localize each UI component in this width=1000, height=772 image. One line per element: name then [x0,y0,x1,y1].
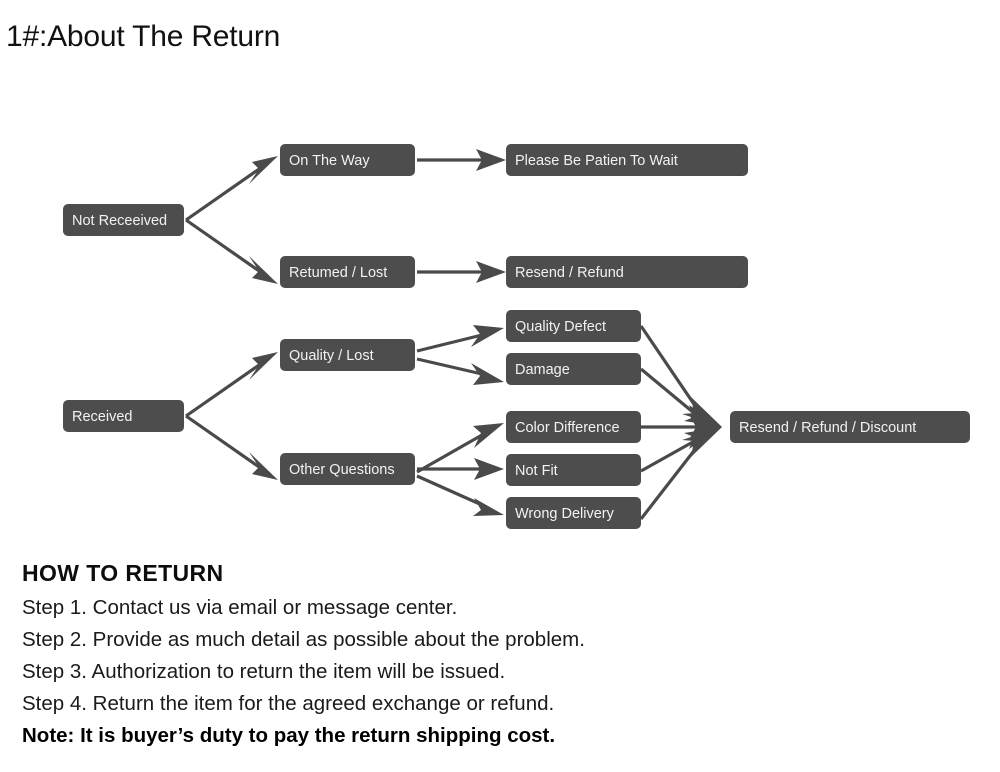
page-title: 1#:About The Return [6,20,281,53]
edge-received-to-quality-lost [185,352,278,418]
edge-quality-lost-to-damage [416,357,504,385]
edge-other-questions-to-not-fit [417,458,504,480]
node-quality-defect-label: Quality Defect [515,319,606,335]
how-to-return-step: Step 3. Authorization to return the item… [22,660,506,684]
how-to-return-heading: HOW TO RETURN [22,560,224,586]
node-quality-lost[interactable]: Quality / Lost [280,339,415,371]
edge-other-questions-to-wrong-delivery [416,474,504,516]
how-to-return-section: HOW TO RETURN Step 1. Contact us via ema… [22,560,802,752]
edge-not-received-to-on-the-way [185,156,278,222]
how-to-return-step: Step 4. Return the item for the agreed e… [22,692,555,716]
edge-returned-lost-to-resend-refund [417,261,506,283]
node-not-received-label: Not Receeived [72,213,167,229]
edge-on-the-way-to-please-wait [417,149,506,171]
node-color-difference-label: Color Difference [515,420,620,436]
node-not-received[interactable]: Not Receeived [63,204,184,236]
how-to-return-step: Step 1. Contact us via email or message … [22,596,458,620]
node-received[interactable]: Received [63,400,184,432]
edge-not-received-to-returned-lost [185,218,278,284]
node-quality-defect[interactable]: Quality Defect [506,310,641,342]
node-color-difference[interactable]: Color Difference [506,411,641,443]
node-damage[interactable]: Damage [506,353,641,385]
edge-quality-lost-to-quality-defect [416,325,504,353]
node-on-the-way[interactable]: On The Way [280,144,415,176]
node-other-questions-label: Other Questions [289,462,395,478]
return-flowchart: Not Receeived On The Way Retumed / Lost … [63,144,970,529]
node-resend-refund-discount-label: Resend / Refund / Discount [739,420,916,436]
node-other-questions[interactable]: Other Questions [280,453,415,485]
node-on-the-way-label: On The Way [289,153,370,169]
node-wrong-delivery-label: Wrong Delivery [515,506,615,522]
node-resend-refund-label: Resend / Refund [515,265,624,281]
node-please-wait[interactable]: Please Be Patien To Wait [506,144,748,176]
node-resend-refund[interactable]: Resend / Refund [506,256,748,288]
how-to-return-step: Step 2. Provide as much detail as possib… [22,628,585,652]
node-returned-lost[interactable]: Retumed / Lost [280,256,415,288]
node-quality-lost-label: Quality / Lost [289,348,374,364]
edge-wrong-delivery-to-resend-refund-discount [639,427,722,520]
node-not-fit[interactable]: Not Fit [506,454,641,486]
node-not-fit-label: Not Fit [515,463,558,479]
node-damage-label: Damage [515,362,570,378]
node-resend-refund-discount[interactable]: Resend / Refund / Discount [730,411,970,443]
node-wrong-delivery[interactable]: Wrong Delivery [506,497,641,529]
node-received-label: Received [72,409,132,425]
edge-quality-defect-to-resend-refund-discount [639,325,722,427]
edge-received-to-other-questions [185,414,278,480]
how-to-return-note: Note: It is buyer’s duty to pay the retu… [22,724,556,748]
node-returned-lost-label: Retumed / Lost [289,265,387,281]
node-please-wait-label: Please Be Patien To Wait [515,153,678,169]
